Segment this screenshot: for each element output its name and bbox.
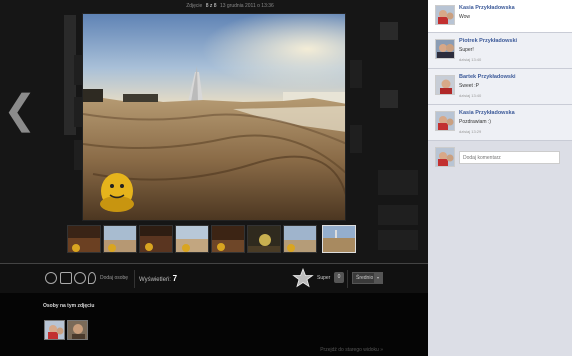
comment-text: Sweet :P bbox=[459, 83, 480, 89]
comment-time: dzisiaj 13:40 bbox=[459, 93, 482, 98]
comment-text: Wow bbox=[459, 14, 471, 20]
tag-icon[interactable] bbox=[74, 272, 86, 284]
comment-item: Kasia Przykładowska Pozdrawiam :) dzisia… bbox=[428, 105, 572, 141]
commenter-name[interactable]: Piotrek Przykładowski bbox=[459, 38, 517, 44]
rating-value: Średnio bbox=[356, 275, 374, 281]
tagged-people-section: Osoby na tym zdjęciu Przejdź do starego … bbox=[0, 293, 428, 356]
location-icon[interactable] bbox=[88, 272, 96, 284]
commenter-avatar[interactable] bbox=[435, 111, 455, 131]
thumbnail-active[interactable] bbox=[322, 225, 356, 253]
zoom-icon[interactable] bbox=[45, 272, 57, 284]
rating-select[interactable]: Średnio ▾ bbox=[352, 272, 383, 284]
comment-text: Super! bbox=[459, 47, 474, 53]
tagged-person-avatar[interactable] bbox=[67, 320, 88, 340]
super-count-badge: 0 bbox=[334, 272, 344, 283]
comment-time: dzisiaj 13:29 bbox=[459, 129, 482, 134]
thumbnail[interactable] bbox=[283, 225, 317, 253]
tagged-person-avatar[interactable] bbox=[44, 320, 65, 340]
comment-item: Piotrek Przykładowski Super! dzisiaj 13:… bbox=[428, 33, 572, 69]
comment-text: Pozdrawiam :) bbox=[459, 119, 491, 125]
super-label[interactable]: Super bbox=[317, 275, 330, 281]
comment-item: Bartek Przykładowski Sweet :P dzisiaj 13… bbox=[428, 69, 572, 105]
previous-photo-button[interactable]: ❮ bbox=[3, 90, 37, 130]
main-photo bbox=[82, 13, 346, 221]
add-person-link[interactable]: Dodaj osobę bbox=[100, 275, 128, 281]
thumbnail[interactable] bbox=[247, 225, 281, 253]
commenter-name[interactable]: Kasia Przykładowska bbox=[459, 5, 515, 11]
thumbnail[interactable] bbox=[175, 225, 209, 253]
tagged-people-title: Osoby na tym zdjęciu bbox=[43, 303, 95, 309]
photo-info: Zdjęcie 8 z 8 13 grudnia 2011 o 13:36 bbox=[186, 3, 274, 9]
commenter-name[interactable]: Bartek Przykładowski bbox=[459, 74, 516, 80]
commenter-name[interactable]: Kasia Przykładowska bbox=[459, 110, 515, 116]
comments-panel: Kasia Przykładowska Wow Piotrek Przykład… bbox=[428, 0, 572, 356]
commenter-avatar[interactable] bbox=[435, 5, 455, 25]
photo-toolbar: Dodaj osobę Wyświetleń: 7 Super 0 Średni… bbox=[0, 263, 428, 293]
star-icon[interactable] bbox=[292, 268, 314, 288]
commenter-avatar[interactable] bbox=[435, 39, 455, 59]
current-user-avatar bbox=[435, 147, 455, 167]
thumbnail[interactable] bbox=[139, 225, 173, 253]
comment-input[interactable] bbox=[459, 151, 560, 164]
comment-time: dzisiaj 13:40 bbox=[459, 57, 482, 62]
divider bbox=[347, 270, 348, 288]
chevron-down-icon: ▾ bbox=[374, 273, 382, 283]
old-view-link[interactable]: Przejdź do starego widoku » bbox=[320, 347, 383, 353]
comment-item: Kasia Przykładowska Wow bbox=[428, 0, 572, 33]
photo-viewer: Zdjęcie 8 z 8 13 grudnia 2011 o 13:36 ❮ bbox=[0, 0, 428, 263]
views-counter: Wyświetleń: 7 bbox=[139, 274, 178, 283]
divider bbox=[134, 270, 135, 288]
comment-icon[interactable] bbox=[60, 272, 72, 284]
comment-compose bbox=[428, 138, 572, 178]
commenter-avatar[interactable] bbox=[435, 75, 455, 95]
thumbnail[interactable] bbox=[67, 225, 101, 253]
thumbnail[interactable] bbox=[211, 225, 245, 253]
thumbnail[interactable] bbox=[103, 225, 137, 253]
